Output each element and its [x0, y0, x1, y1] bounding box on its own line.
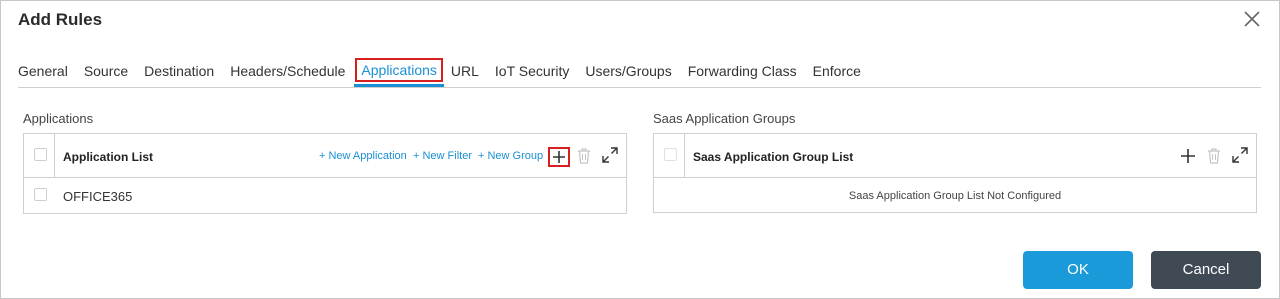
delete-icon[interactable]: [577, 148, 591, 164]
cancel-button[interactable]: Cancel: [1151, 251, 1261, 289]
applications-section-label: Applications: [23, 111, 94, 126]
tab-iot-security[interactable]: IoT Security: [495, 62, 569, 88]
tab-source[interactable]: Source: [84, 62, 128, 88]
saas-group-list-panel: Saas Application Group List Saas Applica…: [653, 133, 1257, 213]
add-icon[interactable]: [1180, 148, 1196, 164]
tabs-divider: [18, 87, 1261, 88]
add-icon[interactable]: [548, 147, 570, 167]
tab-url[interactable]: URL: [451, 62, 479, 88]
dialog-title: Add Rules: [18, 10, 103, 29]
delete-icon[interactable]: [1207, 148, 1221, 164]
tab-users-groups[interactable]: Users/Groups: [585, 62, 671, 88]
select-all-checkbox[interactable]: [664, 148, 677, 161]
tab-applications[interactable]: Applications: [354, 58, 444, 87]
application-list-title: Application List: [63, 150, 153, 164]
rule-tabs: General Source Destination Headers/Sched…: [18, 58, 877, 88]
column-divider: [54, 134, 55, 178]
select-all-checkbox[interactable]: [34, 148, 47, 161]
new-filter-link[interactable]: + New Filter: [413, 150, 472, 162]
application-row-name: OFFICE365: [63, 189, 133, 204]
row-checkbox[interactable]: [34, 188, 47, 201]
close-icon[interactable]: [1243, 10, 1261, 28]
tab-enforce[interactable]: Enforce: [813, 62, 861, 88]
tab-forwarding-class[interactable]: Forwarding Class: [688, 62, 797, 88]
saas-section-label: Saas Application Groups: [653, 111, 796, 126]
expand-icon[interactable]: [1232, 147, 1248, 163]
empty-list-message: Saas Application Group List Not Configur…: [848, 190, 1062, 202]
ok-button[interactable]: OK: [1023, 251, 1133, 289]
new-group-link[interactable]: + New Group: [478, 150, 543, 162]
application-list-panel: Application List + New Application + New…: [23, 133, 627, 214]
saas-group-list-header: Saas Application Group List: [654, 134, 1256, 178]
saas-group-list-title: Saas Application Group List: [693, 150, 854, 164]
application-list-header: Application List + New Application + New…: [24, 134, 626, 178]
tab-headers-schedule[interactable]: Headers/Schedule: [230, 62, 345, 88]
add-rules-dialog: Add Rules General Source Destination Hea…: [0, 0, 1280, 299]
expand-icon[interactable]: [602, 147, 618, 163]
column-divider: [684, 134, 685, 178]
tab-general[interactable]: General: [18, 62, 68, 88]
tab-destination[interactable]: Destination: [144, 62, 214, 88]
new-application-link[interactable]: + New Application: [319, 150, 407, 162]
